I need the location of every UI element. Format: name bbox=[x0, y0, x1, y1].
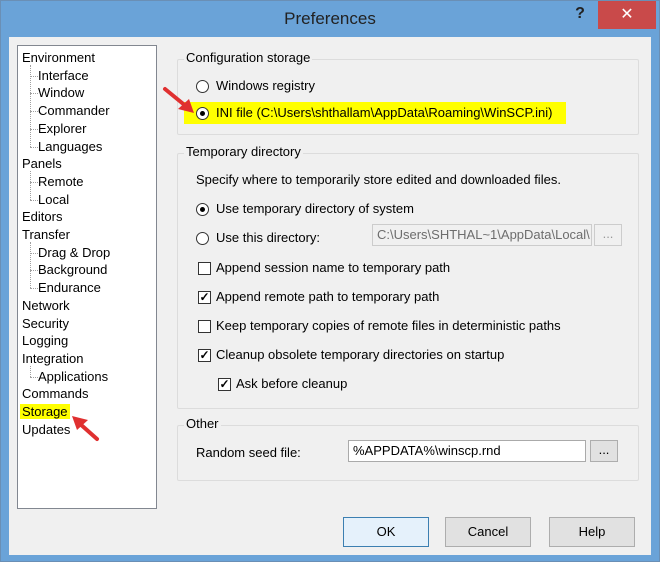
ini-file-radio[interactable] bbox=[196, 107, 209, 120]
tree-item-network[interactable]: Network bbox=[22, 297, 70, 315]
tree-item-label: Commander bbox=[38, 103, 110, 119]
ok-button[interactable]: OK bbox=[343, 517, 429, 547]
append-session-label[interactable]: Append session name to temporary path bbox=[216, 260, 450, 275]
tree-item-label: Updates bbox=[22, 421, 71, 437]
tree-item-editors[interactable]: Editors bbox=[22, 208, 62, 226]
tree-item-label: Endurance bbox=[38, 280, 101, 296]
tree-item-environment[interactable]: Environment bbox=[22, 49, 95, 67]
ask-cleanup-checkbox[interactable]: ✓ bbox=[218, 378, 231, 391]
tree-item-label: Commands bbox=[22, 386, 89, 402]
tree-item-label: Logging bbox=[22, 333, 69, 349]
tree-item-label: Drag & Drop bbox=[38, 244, 111, 260]
append-remote-label[interactable]: Append remote path to temporary path bbox=[216, 289, 439, 304]
tree-item-label: Transfer bbox=[22, 227, 70, 242]
tree-connector bbox=[30, 146, 38, 148]
tree-connector bbox=[30, 111, 38, 113]
tree-item-drag-drop[interactable]: Drag & Drop bbox=[38, 244, 110, 262]
tree-item-label: Languages bbox=[38, 138, 103, 154]
tree-item-languages[interactable]: Languages bbox=[38, 138, 102, 156]
other-group: Other Random seed file: %APPDATA%\winscp… bbox=[177, 416, 639, 481]
cleanup-checkbox[interactable]: ✓ bbox=[198, 349, 211, 362]
tree-item-endurance[interactable]: Endurance bbox=[38, 279, 101, 297]
tree-item-explorer[interactable]: Explorer bbox=[38, 120, 86, 138]
tree-item-updates[interactable]: Updates bbox=[22, 421, 70, 439]
windows-registry-label[interactable]: Windows registry bbox=[216, 78, 315, 93]
tree-connector bbox=[30, 242, 31, 289]
config-storage-legend: Configuration storage bbox=[184, 50, 313, 65]
tree-item-label: Remote bbox=[38, 173, 84, 189]
tree-item-label: Local bbox=[38, 191, 70, 207]
tree-item-panels[interactable]: Panels bbox=[22, 155, 62, 173]
tree-item-label: Storage bbox=[20, 404, 70, 419]
other-legend: Other bbox=[184, 416, 221, 431]
tree-connector bbox=[30, 288, 38, 290]
tree-item-label: Integration bbox=[22, 350, 84, 366]
tree-item-security[interactable]: Security bbox=[22, 315, 69, 333]
tree-item-local[interactable]: Local bbox=[38, 191, 69, 209]
tree-item-label: Applications bbox=[38, 368, 109, 384]
temp-directory-group: Temporary directory Specify where to tem… bbox=[177, 144, 639, 409]
preferences-window: Preferences ? ✕ Environment Interface Wind… bbox=[0, 0, 660, 562]
cleanup-label[interactable]: Cleanup obsolete temporary directories o… bbox=[216, 347, 504, 362]
tree-item-applications[interactable]: Applications bbox=[38, 368, 108, 386]
tree-item-interface[interactable]: Interface bbox=[38, 67, 89, 85]
tree-connector bbox=[30, 270, 38, 272]
keep-copies-checkbox[interactable] bbox=[198, 320, 211, 333]
close-button[interactable]: ✕ bbox=[598, 1, 656, 29]
tree-item-label: Panels bbox=[22, 156, 62, 172]
tree-item-label: Editors bbox=[22, 209, 63, 225]
cancel-button[interactable]: Cancel bbox=[445, 517, 531, 547]
tree-item-window[interactable]: Window bbox=[38, 84, 84, 102]
use-this-directory-radio[interactable] bbox=[196, 232, 209, 245]
tree-item-remote[interactable]: Remote bbox=[38, 173, 84, 191]
tree-connector bbox=[30, 252, 38, 254]
tree-item-label: Background bbox=[38, 262, 108, 278]
tree-connector bbox=[30, 171, 31, 200]
tree-item-label: Network bbox=[22, 297, 70, 313]
use-system-temp-label[interactable]: Use temporary directory of system bbox=[216, 201, 414, 216]
tree-item-storage[interactable]: Storage bbox=[20, 403, 70, 421]
tree-item-commands[interactable]: Commands bbox=[22, 385, 88, 403]
append-remote-checkbox[interactable]: ✓ bbox=[198, 291, 211, 304]
tree-connector bbox=[30, 75, 38, 77]
tree-item-label: Interface bbox=[38, 67, 89, 83]
ask-cleanup-label[interactable]: Ask before cleanup bbox=[236, 376, 347, 391]
temp-directory-input[interactable]: C:\Users\SHTHAL~1\AppData\Local\ bbox=[372, 224, 592, 246]
random-seed-browse-button[interactable]: ... bbox=[590, 440, 618, 462]
use-this-directory-label[interactable]: Use this directory: bbox=[216, 230, 320, 245]
temp-directory-browse-button[interactable]: ... bbox=[594, 224, 622, 246]
append-session-checkbox[interactable] bbox=[198, 262, 211, 275]
tree-item-label: Explorer bbox=[38, 120, 87, 136]
use-system-temp-radio[interactable] bbox=[196, 203, 209, 216]
tree-item-logging[interactable]: Logging bbox=[22, 332, 68, 350]
annotation-arrow-icon bbox=[72, 416, 99, 441]
window-title: Preferences bbox=[284, 9, 376, 28]
config-storage-group: Configuration storage Windows registry I… bbox=[177, 50, 639, 135]
keep-copies-label[interactable]: Keep temporary copies of remote files in… bbox=[216, 318, 561, 333]
tree-item-label: Window bbox=[38, 85, 85, 101]
help-button[interactable]: Help bbox=[549, 517, 635, 547]
tree-connector bbox=[30, 181, 38, 183]
tree-connector bbox=[30, 128, 38, 130]
ini-file-label[interactable]: INI file (C:\Users\shthallam\AppData\Roa… bbox=[216, 105, 552, 120]
tree-connector bbox=[30, 65, 31, 147]
temp-directory-description: Specify where to temporarily store edite… bbox=[196, 172, 561, 187]
random-seed-label: Random seed file: bbox=[196, 445, 301, 460]
tree-item-transfer[interactable]: Transfer bbox=[22, 226, 70, 244]
random-seed-input[interactable]: %APPDATA%\winscp.rnd bbox=[348, 440, 586, 462]
help-title-button[interactable]: ? bbox=[569, 5, 591, 27]
tree-item-background[interactable]: Background bbox=[38, 261, 107, 279]
tree-connector bbox=[30, 93, 38, 95]
tree-item-commander[interactable]: Commander bbox=[38, 102, 110, 120]
windows-registry-radio[interactable] bbox=[196, 80, 209, 93]
dialog-client: Environment Interface Window Commander Explo… bbox=[9, 37, 651, 555]
tree-item-label: Security bbox=[22, 315, 69, 331]
tree-item-integration[interactable]: Integration bbox=[22, 350, 83, 368]
annotation-arrow-icon bbox=[163, 87, 194, 113]
tree-connector bbox=[30, 376, 38, 378]
tree-connector bbox=[30, 199, 38, 201]
tree-item-label: Environment bbox=[22, 50, 95, 65]
temp-directory-legend: Temporary directory bbox=[184, 144, 303, 159]
title-bar[interactable]: Preferences ? ✕ bbox=[1, 1, 659, 37]
